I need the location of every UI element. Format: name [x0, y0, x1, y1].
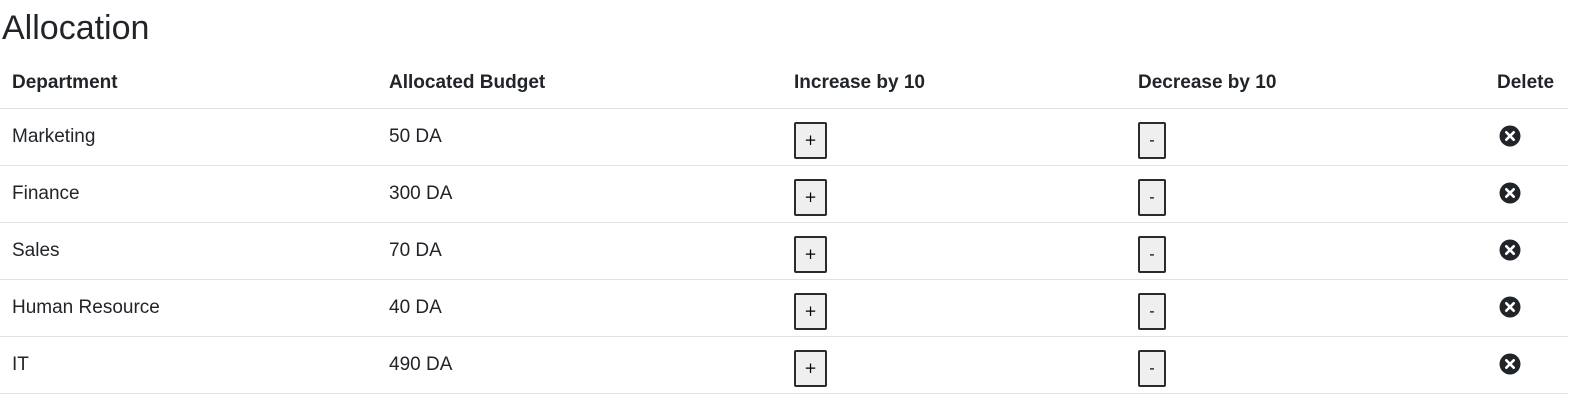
decrease-cell: -	[1126, 108, 1485, 166]
increase-cell: +	[782, 336, 1126, 394]
table-row: Human Resource 40 DA + -	[0, 279, 1568, 337]
increase-cell: +	[782, 165, 1126, 223]
close-circle-icon[interactable]	[1499, 182, 1521, 204]
decrease-cell: -	[1126, 222, 1485, 280]
column-header-increase: Increase by 10	[782, 57, 1126, 109]
budget-cell: 40 DA	[377, 279, 782, 337]
department-cell: IT	[0, 336, 377, 394]
column-header-decrease: Decrease by 10	[1126, 57, 1485, 109]
delete-cell	[1485, 336, 1568, 394]
column-header-budget: Allocated Budget	[377, 57, 782, 109]
decrease-cell: -	[1126, 165, 1485, 223]
close-circle-icon[interactable]	[1499, 239, 1521, 261]
table-row: Marketing 50 DA + -	[0, 108, 1568, 166]
decrease-button[interactable]: -	[1138, 121, 1166, 159]
decrease-cell: -	[1126, 336, 1485, 394]
decrease-button[interactable]: -	[1138, 235, 1166, 273]
budget-cell: 50 DA	[377, 108, 782, 166]
increase-button[interactable]: +	[794, 349, 827, 387]
increase-button[interactable]: +	[794, 121, 827, 159]
department-cell: Finance	[0, 165, 377, 223]
increase-cell: +	[782, 108, 1126, 166]
delete-cell	[1485, 279, 1568, 337]
column-header-department: Department	[0, 57, 377, 109]
decrease-button[interactable]: -	[1138, 349, 1166, 387]
department-cell: Sales	[0, 222, 377, 280]
table-row: IT 490 DA + -	[0, 336, 1568, 394]
page-title: Allocation	[2, 9, 150, 47]
delete-cell	[1485, 165, 1568, 223]
close-circle-icon[interactable]	[1499, 353, 1521, 375]
budget-cell: 300 DA	[377, 165, 782, 223]
table-header-row: Department Allocated Budget Increase by …	[0, 57, 1568, 109]
decrease-button[interactable]: -	[1138, 292, 1166, 330]
allocation-page: Allocation Department Allocated Budget I…	[0, 0, 1576, 419]
increase-button[interactable]: +	[794, 292, 827, 330]
department-cell: Marketing	[0, 108, 377, 166]
budget-cell: 70 DA	[377, 222, 782, 280]
increase-cell: +	[782, 222, 1126, 280]
table-row: Finance 300 DA + -	[0, 165, 1568, 223]
department-cell: Human Resource	[0, 279, 377, 337]
delete-cell	[1485, 108, 1568, 166]
decrease-button[interactable]: -	[1138, 178, 1166, 216]
allocation-table: Department Allocated Budget Increase by …	[0, 57, 1568, 394]
delete-cell	[1485, 222, 1568, 280]
close-circle-icon[interactable]	[1499, 125, 1521, 147]
close-circle-icon[interactable]	[1499, 296, 1521, 318]
increase-button[interactable]: +	[794, 235, 827, 273]
increase-cell: +	[782, 279, 1126, 337]
increase-button[interactable]: +	[794, 178, 827, 216]
decrease-cell: -	[1126, 279, 1485, 337]
budget-cell: 490 DA	[377, 336, 782, 394]
column-header-delete: Delete	[1485, 57, 1568, 109]
table-row: Sales 70 DA + -	[0, 222, 1568, 280]
